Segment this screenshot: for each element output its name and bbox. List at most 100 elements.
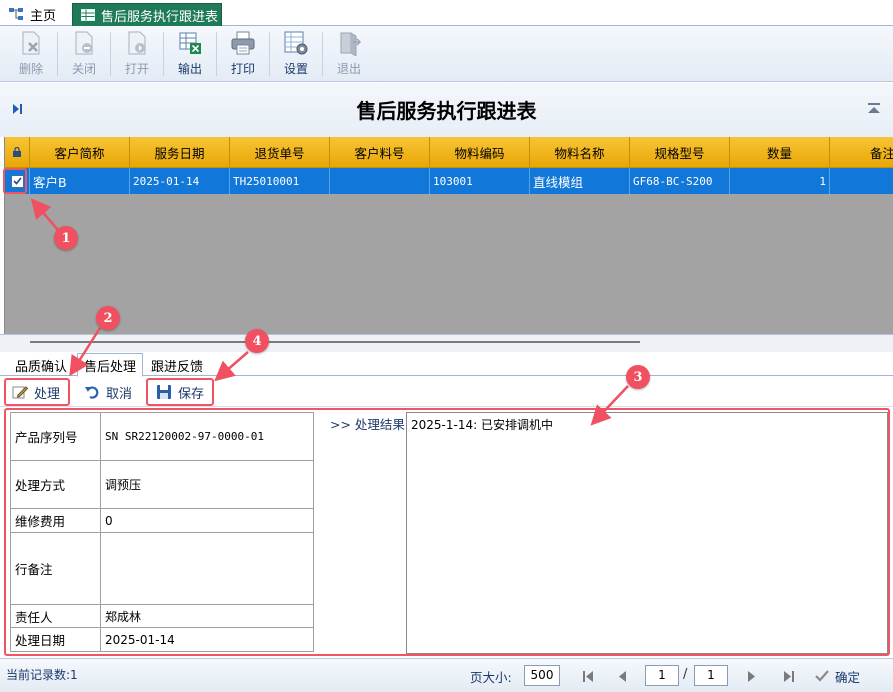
toolbar-divider: [269, 31, 270, 76]
grid-cell[interactable]: GF68-BC-S200: [630, 168, 730, 194]
row-checkbox-cell[interactable]: [5, 168, 30, 194]
annotation-badge: 4: [245, 329, 269, 353]
last-page-button[interactable]: [778, 665, 798, 687]
grid-column-header[interactable]: 服务日期: [130, 137, 230, 168]
repair-cost-field[interactable]: 0: [101, 509, 313, 532]
save-button[interactable]: 保存: [150, 379, 210, 405]
field-label: 维修费用: [11, 509, 101, 532]
record-count: 当前记录数:1: [6, 668, 78, 682]
panel-splitter[interactable]: [0, 334, 893, 352]
grid-cell[interactable]: 103001: [430, 168, 530, 194]
main-toolbar: 删除 关闭 打开 输出 打印 设置 退出: [0, 26, 893, 82]
exit-button[interactable]: 退出: [324, 28, 374, 80]
total-pages-display: 1: [694, 665, 728, 686]
annotation-badge: 2: [96, 306, 120, 330]
open-label: 打开: [124, 62, 149, 76]
tab-service-tracking-label: 售后服务执行跟进表: [101, 9, 219, 25]
confirm-button[interactable]: 确定: [815, 665, 860, 687]
print-button[interactable]: 打印: [218, 28, 268, 80]
grid-column-header[interactable]: 数量: [730, 137, 830, 168]
close-doc-icon: [75, 31, 93, 55]
form-row-cost: 维修费用 0: [11, 509, 313, 533]
grid-cell[interactable]: TH25010001: [230, 168, 330, 194]
page-size-input[interactable]: 500: [524, 665, 560, 686]
export-excel-icon: [179, 32, 201, 54]
tab-follow-up[interactable]: 跟进反馈: [146, 354, 208, 376]
horizontal-scrollbar[interactable]: [30, 341, 640, 343]
grid-cell[interactable]: [330, 168, 430, 194]
status-bar: 当前记录数:1 页大小: 500 1 / 1 确定: [0, 658, 893, 692]
title-bar: 售后服务执行跟进表: [0, 83, 893, 137]
grid-column-header[interactable]: 规格型号: [630, 137, 730, 168]
grid-cell[interactable]: 2025-01-14: [130, 168, 230, 194]
process-method-field[interactable]: 调预压: [101, 461, 313, 508]
grid-cell[interactable]: [830, 168, 893, 194]
next-page-icon: [748, 670, 755, 682]
tab-home[interactable]: 主页: [8, 4, 56, 24]
serial-number-field[interactable]: SN SR22120002-97-0000-01: [101, 413, 313, 460]
check-icon: [12, 177, 22, 185]
edit-icon: [12, 386, 28, 399]
first-page-button[interactable]: [578, 665, 598, 687]
table-row[interactable]: 客户B 2025-01-14 TH25010001 103001 直线模组 GF…: [5, 168, 893, 194]
grid-lock-cell[interactable]: [5, 137, 30, 168]
settings-label: 设置: [283, 62, 308, 76]
form-row-owner: 责任人 郑成林: [11, 605, 313, 628]
checkmark-icon: [815, 670, 829, 682]
grid-cell[interactable]: 1: [730, 168, 830, 194]
result-textarea[interactable]: 2025-1-14: 已安排调机中: [406, 412, 888, 654]
row-remark-field[interactable]: [101, 533, 313, 604]
delete-icon: [22, 31, 40, 55]
process-button[interactable]: 处理: [6, 379, 66, 405]
save-icon: [157, 385, 171, 399]
service-grid: 客户简称 服务日期 退货单号 客户料号 物料编码 物料名称 规格型号 数量 备注…: [4, 137, 893, 334]
printer-icon: [231, 31, 255, 55]
close-button[interactable]: 关闭: [59, 28, 109, 80]
grid-column-header[interactable]: 备注: [830, 137, 893, 168]
result-label: >> 处理结果: [330, 417, 405, 432]
sitemap-icon: [9, 8, 23, 20]
responsible-person-field[interactable]: 郑成林: [101, 605, 313, 627]
last-page-icon: [783, 670, 794, 682]
grid-column-header[interactable]: 物料编码: [430, 137, 530, 168]
grid-cell[interactable]: 客户B: [30, 168, 130, 194]
detail-tabs: 品质确认 售后处理 跟进反馈: [0, 352, 893, 377]
tab-after-sales[interactable]: 售后处理: [77, 353, 143, 377]
field-label: 行备注: [11, 533, 101, 604]
grid-column-header[interactable]: 物料名称: [530, 137, 630, 168]
cancel-label: 取消: [106, 386, 133, 402]
open-button[interactable]: 打开: [112, 28, 162, 80]
cancel-button[interactable]: 取消: [78, 379, 138, 405]
grid-column-header[interactable]: 客户简称: [30, 137, 130, 168]
save-label: 保存: [178, 386, 205, 402]
exit-label: 退出: [336, 62, 361, 76]
page-title: 售后服务执行跟进表: [356, 99, 537, 123]
tab-service-tracking[interactable]: 售后服务执行跟进表: [72, 3, 222, 26]
current-page-input[interactable]: 1: [645, 665, 679, 686]
grid-column-header[interactable]: 客户料号: [330, 137, 430, 168]
next-page-button[interactable]: [741, 665, 761, 687]
detail-actionbar: 处理 取消 保存: [0, 377, 893, 407]
grid-cell[interactable]: 直线模组: [530, 168, 630, 194]
field-label: 处理方式: [11, 461, 101, 508]
toolbar-divider: [57, 31, 58, 76]
row-checkbox[interactable]: [10, 174, 24, 188]
open-doc-icon: [128, 31, 146, 55]
print-label: 打印: [230, 62, 255, 76]
collapse-up-icon[interactable]: [867, 103, 881, 118]
undo-icon: [85, 386, 99, 399]
form-row-remark: 行备注: [11, 533, 313, 605]
process-date-field[interactable]: 2025-01-14: [101, 628, 313, 651]
process-label: 处理: [34, 386, 61, 402]
tab-quality-confirm[interactable]: 品质确认: [10, 354, 72, 376]
settings-button[interactable]: 设置: [271, 28, 321, 80]
toolbar-divider: [322, 31, 323, 76]
first-page-icon: [582, 670, 593, 682]
grid-header: 客户简称 服务日期 退货单号 客户料号 物料编码 物料名称 规格型号 数量 备注: [5, 137, 893, 168]
annotation-badge: 1: [54, 226, 78, 250]
export-button[interactable]: 输出: [165, 28, 215, 80]
grid-column-header[interactable]: 退货单号: [230, 137, 330, 168]
page-separator: /: [683, 667, 688, 682]
prev-page-button[interactable]: [613, 665, 633, 687]
delete-button[interactable]: 删除: [6, 28, 56, 80]
